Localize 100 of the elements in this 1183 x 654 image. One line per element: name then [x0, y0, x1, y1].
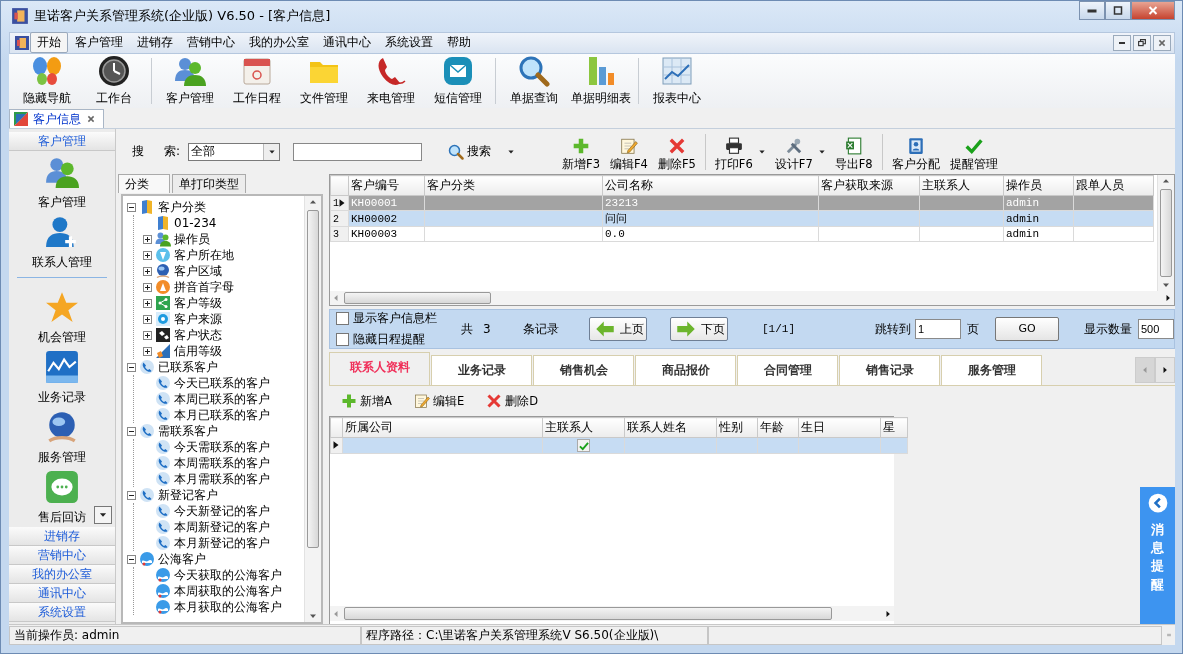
dropdown-button[interactable]	[94, 506, 112, 524]
table-row[interactable]: 1 KH00001 23213 admin	[330, 195, 1154, 211]
search-button[interactable]: 搜索	[448, 143, 492, 160]
toolbar-button[interactable]: 文件管理	[290, 54, 357, 107]
section-button[interactable]: 进销存	[9, 527, 115, 546]
toolbar-button[interactable]: 单据明细表	[567, 54, 634, 107]
document-tab[interactable]: 客户信息	[9, 109, 104, 128]
restore-button[interactable]	[1133, 34, 1151, 51]
tree-item[interactable]: 本月新登记的客户	[174, 534, 270, 552]
tree-item[interactable]: 01-234	[174, 216, 217, 230]
column-header[interactable]: 主联系人	[919, 175, 1004, 196]
tree-toggle[interactable]	[127, 426, 136, 436]
tab[interactable]: 单打印类型	[172, 174, 246, 193]
menu-item[interactable]: 通讯中心	[316, 32, 378, 54]
minimize-button[interactable]	[1113, 34, 1131, 51]
toolbar-button[interactable]: 短信管理	[424, 54, 491, 107]
tree-item[interactable]: 本周已联系的客户	[174, 390, 270, 408]
tree-item[interactable]: 本周新登记的客户	[174, 518, 270, 536]
column-header[interactable]: 联系人姓名	[624, 417, 717, 438]
toolbar-button[interactable]: 工作台	[80, 54, 147, 107]
tree-toggle[interactable]	[143, 234, 152, 244]
toolbar-button[interactable]: 新增F3	[557, 136, 605, 172]
minimize-button[interactable]	[1079, 1, 1105, 20]
toolbar-button[interactable]: 新增A	[341, 393, 392, 409]
table-row[interactable]: 2 KH00002 问问 admin	[330, 210, 1154, 227]
tree-item[interactable]: 客户所在地	[174, 246, 234, 264]
tree-item[interactable]: 本月需联系的客户	[174, 470, 270, 488]
tree-item[interactable]: 今天新登记的客户	[174, 502, 270, 520]
tree-item[interactable]: 操作员	[174, 230, 210, 248]
tree-item[interactable]: 本月获取的公海客户	[174, 598, 282, 616]
toolbar-button[interactable]: 删除F5	[652, 136, 701, 172]
search-field[interactable]	[293, 142, 423, 161]
tree-toggle[interactable]	[127, 202, 136, 212]
menu-item[interactable]: 客户管理	[68, 32, 130, 54]
close-button[interactable]	[1131, 1, 1175, 20]
menu-item[interactable]: 系统设置	[378, 32, 440, 54]
tree-item[interactable]: 客户状态	[174, 326, 222, 344]
nav-item[interactable]: 售后回访	[9, 470, 115, 527]
tab[interactable]: 业务记录	[431, 355, 532, 385]
tree-item[interactable]: 公海客户	[158, 550, 206, 568]
toolbar-button[interactable]: 提醒管理	[944, 136, 1003, 172]
column-header[interactable]: 主联系人	[542, 417, 625, 438]
tab[interactable]: 联系人资料	[329, 352, 430, 385]
column-header[interactable]: 客户获取来源	[818, 175, 920, 196]
tree-item[interactable]: 拼音首字母	[174, 278, 234, 296]
tree-toggle[interactable]	[127, 490, 136, 500]
tree-item[interactable]: 本周需联系的客户	[174, 454, 270, 472]
menu-item[interactable]: 营销中心	[180, 32, 242, 54]
column-header[interactable]: 操作员	[1003, 175, 1074, 196]
tree-item[interactable]: 客户区域	[174, 262, 222, 280]
horizontal-scrollbar[interactable]	[329, 291, 1175, 306]
page-size-field[interactable]: 500	[1138, 319, 1174, 339]
vertical-scrollbar[interactable]	[304, 196, 321, 622]
toolbar-button[interactable]: 设计F7	[769, 136, 818, 172]
section-button[interactable]: 营销中心	[9, 546, 115, 565]
menu-item[interactable]: 我的办公室	[242, 32, 316, 54]
toolbar-button[interactable]: 打印F6	[709, 136, 758, 172]
tree-item[interactable]: 今天已联系的客户	[174, 374, 270, 392]
tree-item[interactable]: 客户分类	[158, 198, 206, 216]
tree-toggle[interactable]	[143, 346, 152, 356]
column-header[interactable]: 客户编号	[348, 175, 425, 196]
table-row[interactable]: 3 KH00003 0.0 admin	[330, 226, 1154, 242]
tab[interactable]: 销售机会	[533, 355, 634, 385]
toolbar-button[interactable]: 客户管理	[156, 54, 223, 107]
maximize-button[interactable]	[1105, 1, 1131, 20]
tree-item[interactable]: 信用等级	[174, 342, 222, 360]
vertical-scrollbar[interactable]	[1157, 175, 1174, 291]
toolbar-button[interactable]: 工作日程	[223, 54, 290, 107]
tree-item[interactable]: 已联系客户	[158, 358, 218, 376]
column-header[interactable]: 公司名称	[602, 175, 819, 196]
horizontal-scrollbar[interactable]	[330, 606, 894, 621]
nav-item[interactable]: 业务记录	[9, 350, 115, 410]
tree-item[interactable]: 本月已联系的客户	[174, 406, 270, 424]
tree-toggle[interactable]	[143, 266, 152, 276]
toolbar-button[interactable]: 客户分配	[886, 136, 945, 172]
scope-dropdown[interactable]: 全部	[188, 142, 281, 161]
column-header[interactable]: 客户分类	[424, 175, 603, 196]
tree-toggle[interactable]	[127, 362, 136, 372]
tree-item[interactable]: 今天获取的公海客户	[174, 566, 282, 584]
menu-item[interactable]: 帮助	[440, 32, 478, 54]
tab[interactable]: 合同管理	[737, 355, 838, 385]
checkbox[interactable]	[336, 333, 349, 346]
tree-item[interactable]: 客户等级	[174, 294, 222, 312]
nav-item[interactable]: 客户管理	[9, 155, 115, 215]
checkbox[interactable]	[336, 312, 349, 325]
toolbar-button[interactable]: 来电管理	[357, 54, 424, 107]
tree-toggle[interactable]	[143, 314, 152, 324]
tab[interactable]: 分类	[118, 174, 170, 193]
menu-item[interactable]: 开始	[30, 32, 68, 54]
menu-item[interactable]: 进销存	[130, 32, 180, 54]
tree-item[interactable]: 今天需联系的客户	[174, 438, 270, 456]
tree-item[interactable]: 需联系客户	[158, 422, 218, 440]
tree-toggle[interactable]	[127, 554, 136, 564]
tab[interactable]: 服务管理	[941, 355, 1042, 385]
toolbar-button[interactable]: 导出F8	[829, 136, 878, 172]
toolbar-button[interactable]: 编辑F4	[605, 136, 653, 172]
column-header[interactable]: 跟单人员	[1073, 175, 1154, 196]
previous-page-button[interactable]: 上页	[588, 317, 647, 341]
page-field[interactable]: 1	[915, 319, 961, 339]
go-button[interactable]: GO	[995, 317, 1059, 341]
